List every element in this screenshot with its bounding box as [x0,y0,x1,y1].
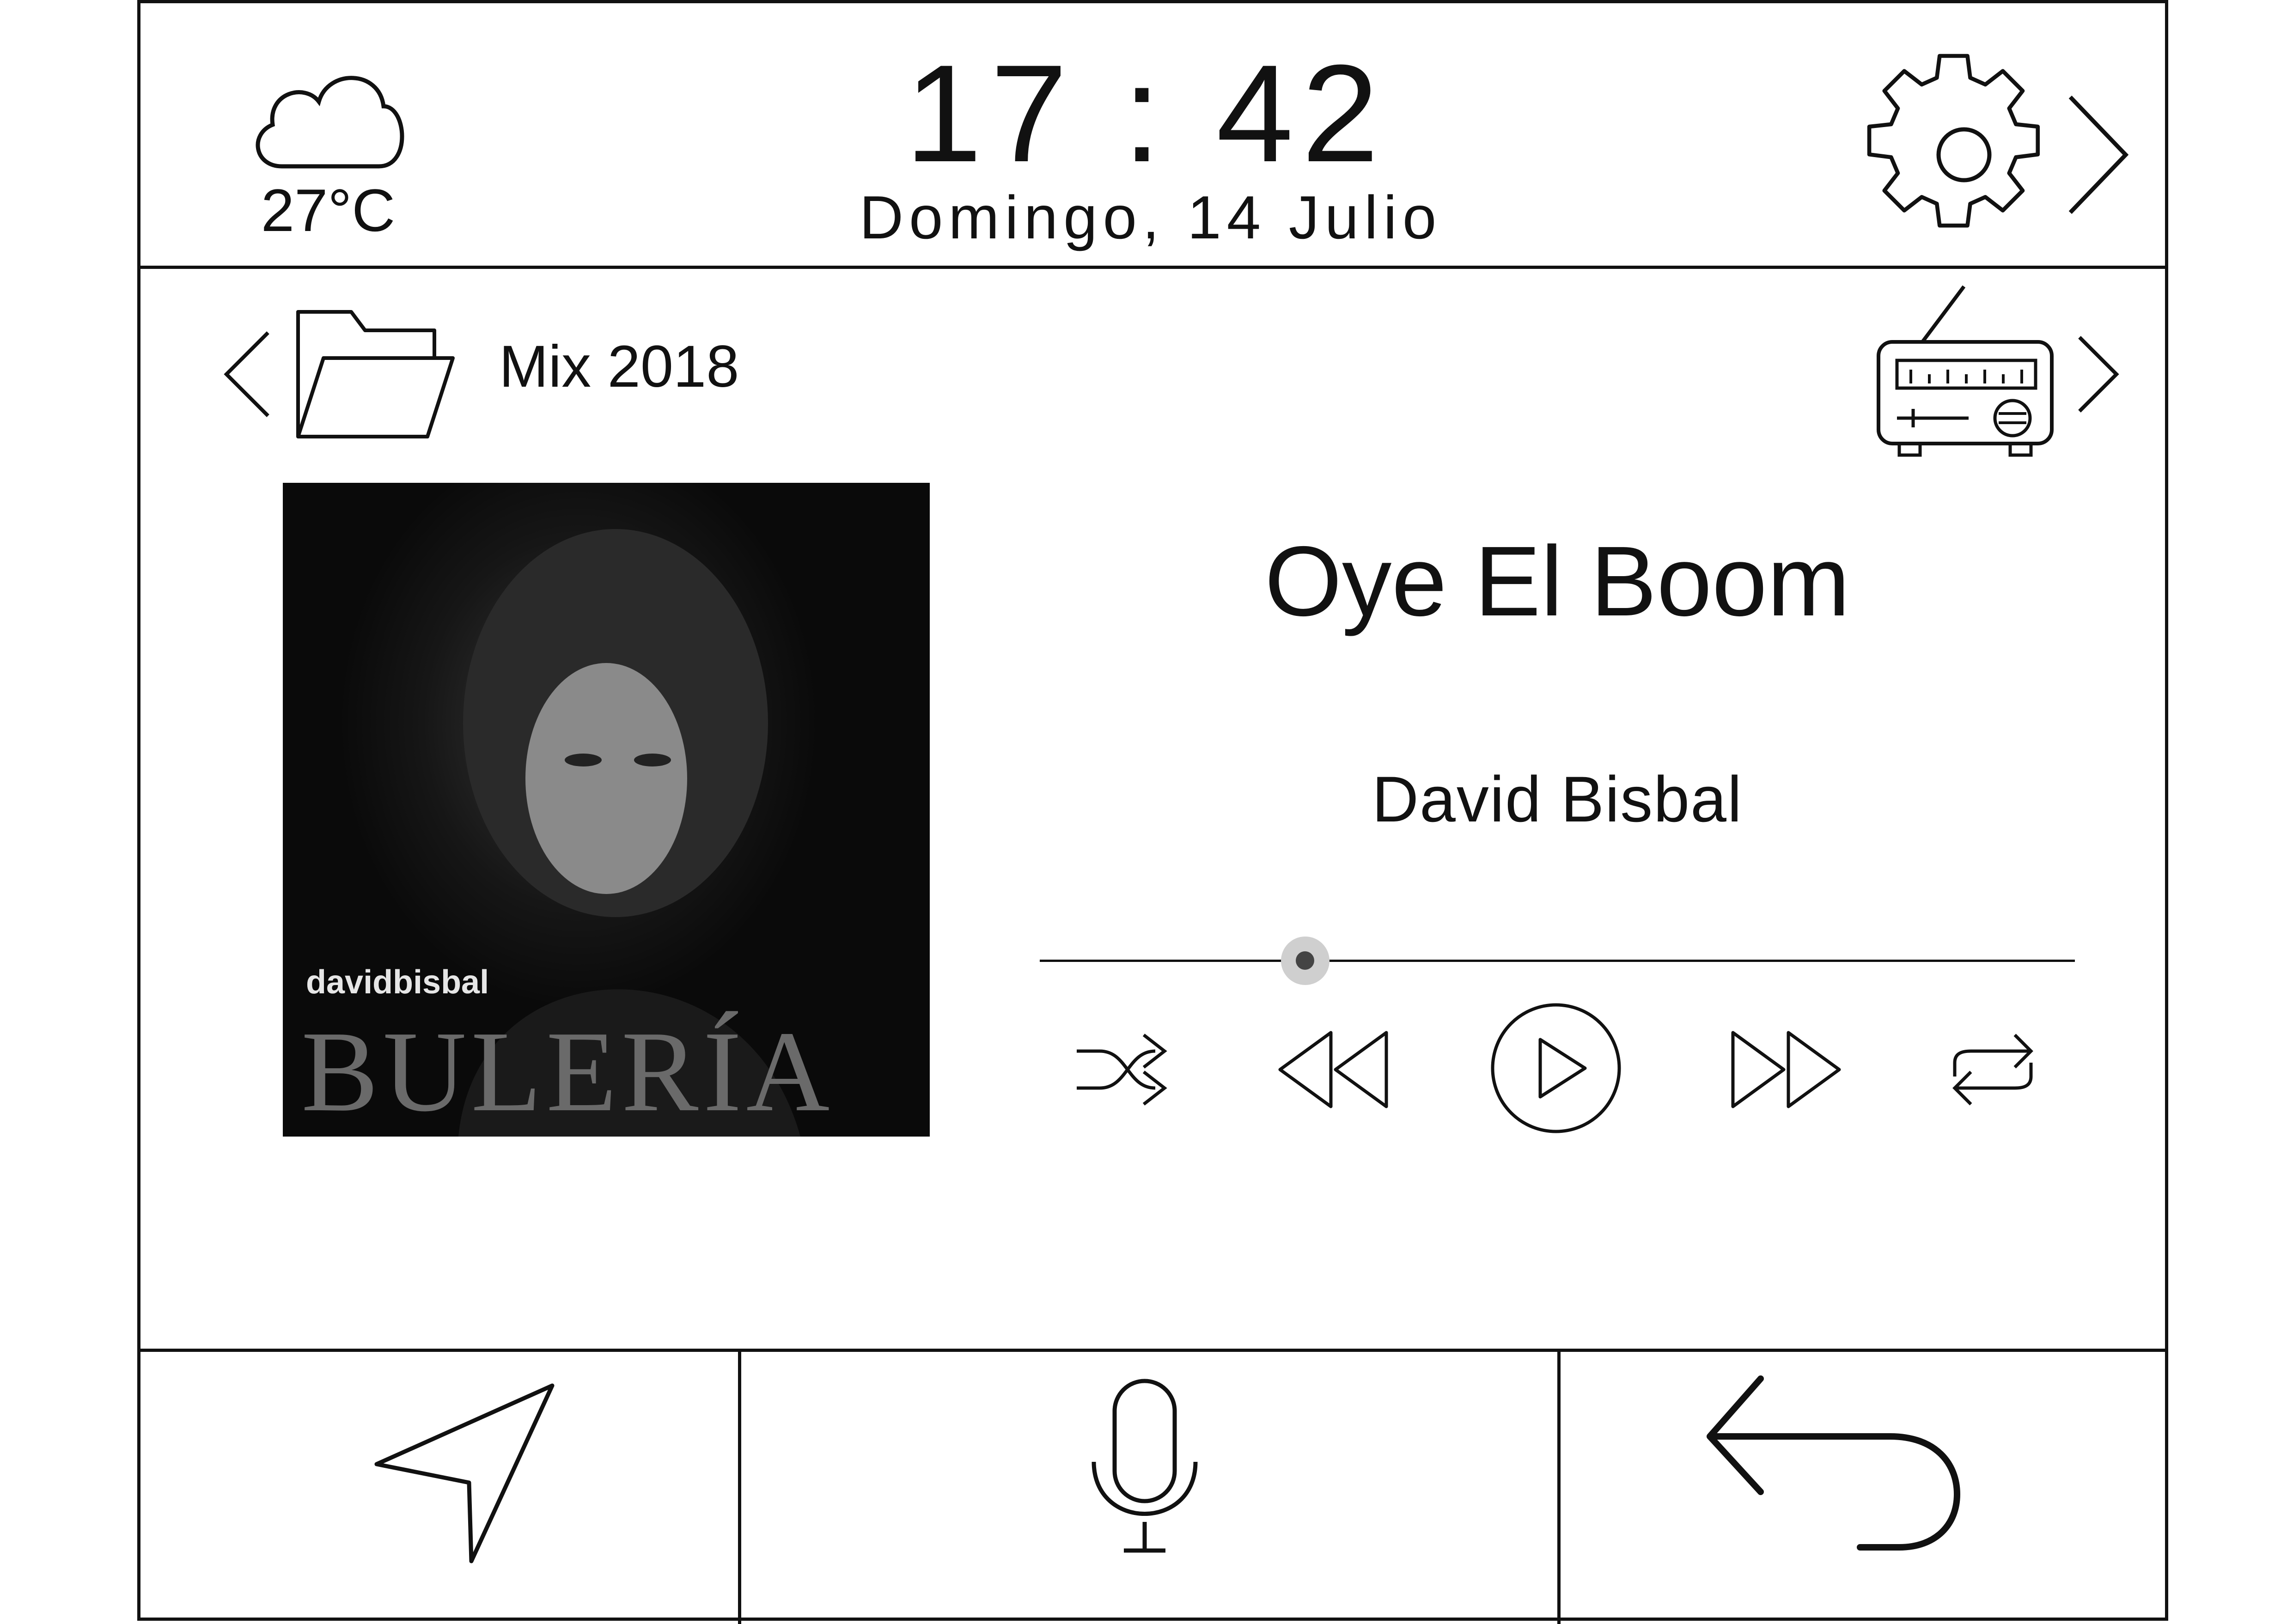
settings-chevron[interactable] [2066,95,2130,219]
repeat-button[interactable] [1950,1030,2038,1111]
rewind-button[interactable] [1278,1030,1389,1111]
radio-button[interactable] [1876,284,2056,467]
clock: 17 : 42 [905,36,1387,191]
radio-chevron[interactable] [2077,336,2119,414]
chevron-right-icon [2068,95,2129,214]
play-icon [1491,1003,1621,1133]
fast-forward-icon [1731,1031,1841,1108]
folder-button[interactable] [296,307,455,444]
fast-forward-button[interactable] [1731,1030,1842,1111]
track-title: Oye El Boom [1264,525,1850,637]
cloud-icon [256,76,404,169]
microphone-icon [1092,1379,1198,1553]
rewind-icon [1278,1031,1388,1108]
voice-button[interactable] [738,1349,1554,1621]
chevron-right-icon [2078,336,2119,413]
shuffle-icon [1077,1034,1167,1106]
chevron-left-icon [224,331,269,417]
album-art: davidbisbal BULERÍA [283,483,930,1137]
navigation-button[interactable] [139,1349,735,1621]
back-button[interactable] [1557,1349,2167,1621]
repeat-icon [1952,1034,2033,1106]
folder-name[interactable]: Mix 2018 [499,337,739,396]
weather-widget[interactable] [250,65,407,173]
back-icon [1707,1375,1961,1551]
folder-icon [296,310,455,438]
artist-name: David Bisbal [1372,763,1743,835]
radio-icon [1877,285,2054,457]
shuffle-button[interactable] [1077,1030,1169,1111]
settings-button[interactable] [1867,54,2052,245]
date-label: Domingo, 14 Julio [859,183,1442,251]
album-artist-text: davidbisbal [306,964,489,1001]
temperature-label: 27°C [261,176,396,244]
navigation-icon [374,1383,555,1563]
play-button[interactable] [1490,1003,1622,1137]
header-divider [140,266,2165,269]
gear-icon [1867,54,2040,228]
previous-folder-button[interactable] [224,331,270,418]
progress-track[interactable] [1040,960,2075,962]
progress-knob[interactable] [1281,937,1329,985]
album-title-text: BULERÍA [301,1008,835,1136]
